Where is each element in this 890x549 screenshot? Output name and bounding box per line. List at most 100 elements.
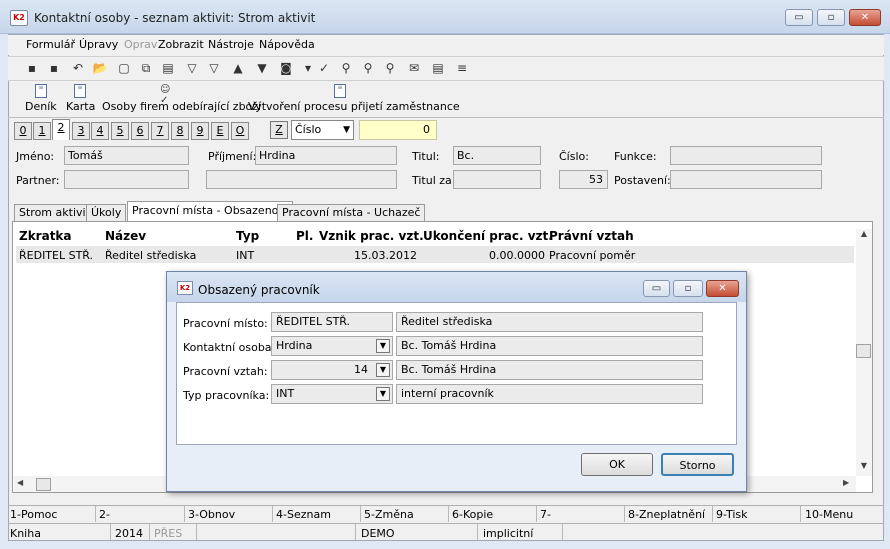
- book-tab-1[interactable]: 1: [33, 122, 51, 140]
- typ-pracovnika-field[interactable]: INT: [271, 384, 393, 404]
- tab-ukoly[interactable]: Úkoly: [86, 204, 127, 221]
- dialog-maximize-button[interactable]: ▫: [673, 280, 703, 297]
- dialog-minimize-button[interactable]: ▭: [643, 280, 670, 297]
- fkey-7[interactable]: 7-: [540, 508, 551, 521]
- status-demo: DEMO: [361, 527, 395, 540]
- book-tab-e[interactable]: E: [211, 122, 229, 140]
- menu-zobrazit[interactable]: Zobrazit: [158, 38, 204, 51]
- chevron-down-icon[interactable]: ▼: [376, 363, 390, 377]
- fkey-2[interactable]: 2-: [99, 508, 110, 521]
- notes-icon[interactable]: ▤: [430, 60, 446, 76]
- storno-button[interactable]: Storno: [661, 453, 734, 476]
- scroll-down-icon[interactable]: ▼: [856, 461, 872, 475]
- fkey-6[interactable]: 6-Kopie: [452, 508, 493, 521]
- filter-icon[interactable]: ▽: [184, 60, 200, 76]
- vytvoreni-procesu-button[interactable]: Vytvoření procesu přijetí zaměstnance: [248, 100, 460, 113]
- column-header-nazev[interactable]: Název: [105, 229, 146, 243]
- chevron-down-icon[interactable]: ▼: [376, 339, 390, 353]
- minimize-button[interactable]: ▭: [785, 9, 813, 26]
- titul-field[interactable]: Bc.: [453, 146, 541, 165]
- column-header-ukonceni[interactable]: Ukončení prac. vzt.: [423, 229, 553, 243]
- partner-field[interactable]: [64, 170, 189, 189]
- fkey-9[interactable]: 9-Tisk: [716, 508, 748, 521]
- karta-button[interactable]: Karta: [66, 100, 95, 113]
- menu-upravy[interactable]: Úpravy: [79, 38, 118, 51]
- column-header-zkratka[interactable]: Zkratka: [19, 229, 72, 243]
- camera-icon[interactable]: ◙: [278, 60, 294, 76]
- dialog-close-button[interactable]: ✕: [706, 280, 739, 297]
- hscroll-thumb[interactable]: [36, 478, 51, 491]
- dropdown-arrow-icon[interactable]: ▾: [300, 60, 316, 76]
- tab-pracovni-mista-obsazenost[interactable]: Pracovní místa - Obsazenost: [127, 201, 294, 222]
- cislo-field[interactable]: 53: [559, 170, 608, 189]
- binoculars-icon[interactable]: ⚲: [338, 60, 354, 76]
- save-icon[interactable]: ▪: [24, 60, 40, 76]
- pracovni-misto-field[interactable]: ŘEDITEL STŘ.: [271, 312, 393, 332]
- envelope-icon[interactable]: ✉: [406, 60, 422, 76]
- fkey-1[interactable]: 1-Pomoc: [10, 508, 57, 521]
- sort-value-input[interactable]: 0: [359, 120, 437, 140]
- tab-pracovni-mista-uchazec[interactable]: Pracovní místa - Uchazeč: [277, 204, 426, 221]
- book-tab-6[interactable]: 6: [131, 122, 149, 140]
- column-header-pravni-vztah[interactable]: Právní vztah: [549, 229, 634, 243]
- menu-napoveda[interactable]: Nápověda: [259, 38, 315, 51]
- scroll-left-icon[interactable]: ◀: [17, 478, 23, 487]
- osoby-firem-button[interactable]: Osoby firem odebírající zboží: [102, 100, 261, 113]
- binoculars-next-icon[interactable]: ⚲: [360, 60, 376, 76]
- maximize-button[interactable]: ▫: [817, 9, 845, 26]
- cell-pravni-vztah: Pracovní poměr: [549, 249, 636, 262]
- book-tab-9[interactable]: 9: [191, 122, 209, 140]
- funkce-field[interactable]: [670, 146, 822, 165]
- kontaktni-osoba-field[interactable]: Hrdina: [271, 336, 393, 356]
- chevron-down-icon[interactable]: ▼: [376, 387, 390, 401]
- arrow-up-icon[interactable]: ▲: [230, 60, 246, 76]
- prijmeni-field[interactable]: Hrdina: [255, 146, 397, 165]
- book-icon[interactable]: ▤: [160, 60, 176, 76]
- divider: [272, 506, 273, 522]
- jmeno-field[interactable]: Tomáš: [64, 146, 189, 165]
- column-header-typ[interactable]: Typ: [236, 229, 259, 243]
- prijmeni-label: Příjmení:: [208, 150, 257, 163]
- column-header-pl[interactable]: Pl.: [296, 229, 313, 243]
- close-button[interactable]: ✕: [849, 9, 881, 26]
- fkey-5[interactable]: 5-Změna: [364, 508, 414, 521]
- ok-button[interactable]: OK: [581, 453, 653, 476]
- sort-select[interactable]: Číslo ▼: [291, 120, 354, 140]
- book-tab-3[interactable]: 3: [72, 122, 90, 140]
- scrollbar-thumb[interactable]: [856, 344, 871, 358]
- menu-formular[interactable]: Formulář: [26, 38, 75, 51]
- menu-nastroje[interactable]: Nástroje: [208, 38, 254, 51]
- undo-icon[interactable]: ↶: [70, 60, 86, 76]
- scroll-right-icon[interactable]: ▶: [843, 478, 849, 487]
- book-tab-5[interactable]: 5: [111, 122, 129, 140]
- tab-strom-aktivit[interactable]: Strom aktivit: [14, 204, 95, 221]
- scroll-up-icon[interactable]: ▲: [856, 229, 872, 243]
- postaveni-field[interactable]: [670, 170, 822, 189]
- book-tab-8[interactable]: 8: [171, 122, 189, 140]
- filter-edit-icon[interactable]: ▽: [206, 60, 222, 76]
- book-tab-o[interactable]: O: [231, 122, 249, 140]
- save-disabled-icon[interactable]: ▪: [46, 60, 62, 76]
- cell-typ: INT: [236, 249, 255, 262]
- fkey-3[interactable]: 3-Obnov: [188, 508, 235, 521]
- book-tab-7[interactable]: 7: [151, 122, 169, 140]
- pracovni-vztah-field[interactable]: 14: [271, 360, 393, 380]
- book-tab-2[interactable]: 2: [52, 119, 70, 140]
- divider: [712, 506, 713, 522]
- fkey-8[interactable]: 8-Zneplatnění: [628, 508, 705, 521]
- book-tab-0[interactable]: 0: [14, 122, 32, 140]
- denik-button[interactable]: Deník: [25, 100, 57, 113]
- column-header-vznik[interactable]: Vznik prac. vzt.: [319, 229, 424, 243]
- fkey-10[interactable]: 10-Menu: [805, 508, 853, 521]
- arrow-down-icon[interactable]: ▼: [254, 60, 270, 76]
- green-check-icon[interactable]: ✓: [316, 60, 332, 76]
- book-tab-4[interactable]: 4: [91, 122, 109, 140]
- menu-lines-icon[interactable]: ≡: [454, 60, 470, 76]
- fkey-4[interactable]: 4-Seznam: [276, 508, 331, 521]
- copy-icon[interactable]: ⧉: [138, 60, 154, 76]
- titul-za-field[interactable]: [453, 170, 541, 189]
- sort-key-button[interactable]: Z: [270, 121, 288, 139]
- binoculars-prev-icon[interactable]: ⚲: [382, 60, 398, 76]
- new-document-icon[interactable]: ▢: [116, 60, 132, 76]
- open-folder-icon[interactable]: 📂: [92, 60, 108, 76]
